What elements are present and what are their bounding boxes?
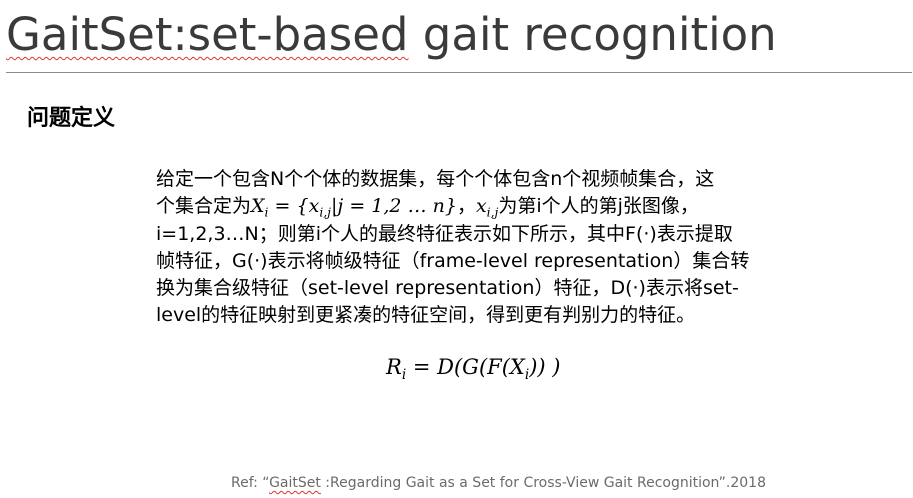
definition-line-2-text-a: 个集合定为 (156, 195, 252, 218)
formula-rhs-a: = D(G(F(X (406, 355, 525, 379)
reference-suffix: :Regarding Gait as a Set for Cross-View … (320, 475, 766, 491)
definition-line-3: i=1,2,3…N；则第i个人的最终特征表示如下所示，其中F(·)表示提取 (156, 222, 733, 245)
set-definition-b: |j = 1,2 … n} (331, 195, 457, 218)
feature-formula: Ri = D(G(F(Xi)) ) (386, 351, 561, 383)
slide-title: GaitSet:set-based gait recognition (6, 4, 777, 66)
problem-definition-text: 给定一个包含N个个体的数据集，每个个体包含n个视频帧集合，这 个集合定为Xi =… (156, 166, 806, 330)
formula-lhs: R (386, 355, 402, 379)
definition-line-2: 个集合定为Xi = {xi,j|j = 1,2 … n}，xi,j为第i个人的第… (156, 193, 806, 220)
image-symbol: xi,j (475, 195, 499, 220)
set-definition-a: = {x (268, 195, 320, 218)
definition-line-2-text-c: 为第i个人的第j张图像， (498, 195, 699, 218)
definition-line-6: level的特征映射到更紧凑的特征空间，得到更有判别力的特征。 (156, 304, 696, 327)
title-divider (6, 72, 912, 73)
image-symbol-base: x (475, 195, 487, 218)
set-symbol: Xi = {xi,j|j = 1,2 … n} (251, 195, 457, 220)
definition-line-4: 帧特征，G(·)表示将帧级特征（frame-level representati… (156, 249, 750, 272)
definition-line-5: 换为集合级特征（set-level representation）特征，D(·)… (156, 277, 739, 300)
set-symbol-base: X (251, 195, 265, 218)
reference-citation: Ref: “GaitSet :Regarding Gait as a Set f… (231, 472, 766, 494)
slide-title-rest: gait recognition (408, 8, 777, 61)
slide-title-underlined: GaitSet:set-based (6, 8, 409, 61)
set-definition-sub: i,j (319, 205, 332, 220)
reference-prefix: Ref: “ (231, 475, 270, 491)
formula-rhs-b: )) ) (529, 355, 561, 379)
definition-line-1: 给定一个包含N个个体的数据集，每个个体包含n个视频帧集合，这 (156, 168, 715, 190)
image-symbol-sub: i,j (486, 205, 499, 220)
definition-line-2-text-b: ， (456, 195, 476, 218)
reference-underlined: GaitSet (269, 475, 321, 491)
section-heading: 问题定义 (27, 105, 116, 131)
